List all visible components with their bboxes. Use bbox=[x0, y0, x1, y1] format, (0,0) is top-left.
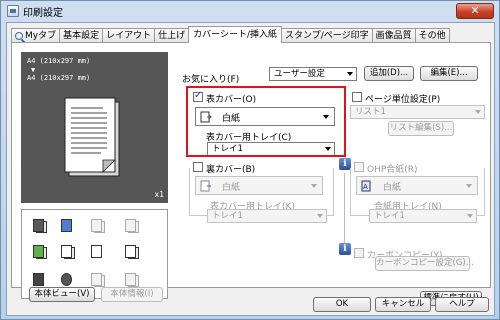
paper-icon bbox=[200, 180, 211, 192]
chevron-down-icon bbox=[475, 110, 481, 114]
chevron-down-icon bbox=[317, 214, 323, 218]
tab-my-tab[interactable]: Myタブ bbox=[11, 28, 61, 43]
back-cover-paper-select[interactable]: 白紙 bbox=[195, 176, 323, 195]
back-cover-tray-value: トレイ1 bbox=[212, 211, 243, 221]
back-cover-tray-select[interactable]: トレイ1 bbox=[207, 209, 327, 223]
window-title: 印刷設定 bbox=[23, 7, 63, 19]
device-icon-grid bbox=[21, 209, 168, 299]
preview-scale: x1 bbox=[154, 190, 164, 199]
tab-other[interactable]: その他 bbox=[414, 28, 450, 43]
add-favorite-button[interactable]: 追加(D)... bbox=[364, 66, 414, 81]
ohp-tray-value: トレイ1 bbox=[374, 211, 405, 221]
per-page-label: ページ単位設定(P) bbox=[365, 95, 441, 105]
divider-line bbox=[344, 173, 345, 243]
per-page-list-value: リスト1 bbox=[355, 107, 386, 117]
printer-icon bbox=[7, 5, 19, 17]
document-stack-icon bbox=[64, 97, 120, 177]
transparency-icon: A bbox=[361, 180, 371, 192]
preview-output-size: A4 (210x297 mm) bbox=[27, 74, 91, 82]
staple-icon[interactable] bbox=[124, 218, 140, 234]
back-cover-paper-value: 白紙 bbox=[222, 183, 241, 193]
tab-image-quality[interactable]: 画像品質 bbox=[371, 28, 416, 43]
per-page-list-select[interactable]: リスト1 bbox=[350, 105, 485, 119]
carbon-copy-checkbox[interactable] bbox=[354, 248, 364, 258]
tab-layout[interactable]: レイアウト bbox=[102, 28, 156, 43]
tab-finishing[interactable]: 仕上げ bbox=[154, 28, 190, 43]
title-bar[interactable]: 印刷設定 ✕ bbox=[1, 1, 499, 21]
tab-stamp[interactable]: スタンプ/ページ印字 bbox=[281, 28, 373, 43]
tab-strip: Myタブ 基本設定 レイアウト 仕上げ カバーシート/挿入紙 スタンプ/ページ印… bbox=[11, 26, 450, 43]
watermark-icon[interactable] bbox=[124, 244, 140, 260]
ohp-paper-select[interactable]: A 白紙 bbox=[356, 176, 478, 195]
ohp-tray-select[interactable]: トレイ1 bbox=[369, 209, 477, 223]
chevron-down-icon bbox=[347, 72, 353, 76]
edit-favorite-button[interactable]: 編集(E)... bbox=[420, 66, 478, 81]
close-button[interactable]: ✕ bbox=[456, 3, 494, 19]
carbon-copy-settings-button[interactable]: カーボンコピー設定(G)... bbox=[375, 256, 474, 271]
print-device-icon[interactable] bbox=[32, 218, 48, 234]
paper-preview: A4 (210x297 mm) ▼ A4 (210x297 mm) x1 bbox=[21, 52, 168, 203]
overlay-icon[interactable] bbox=[90, 272, 106, 288]
user-auth-icon[interactable] bbox=[60, 272, 76, 288]
tab-panel: A4 (210x297 mm) ▼ A4 (210x297 mm) x1 本体ビ… bbox=[11, 42, 491, 306]
tab-basic[interactable]: 基本設定 bbox=[59, 28, 104, 43]
list-edit-button[interactable]: リスト編集(S)... bbox=[388, 121, 454, 136]
device-info-button[interactable]: 本体情報(I) bbox=[101, 287, 163, 302]
preview-arrow: ▼ bbox=[31, 66, 36, 74]
tab-cover-insert[interactable]: カバーシート/挿入紙 bbox=[188, 26, 282, 43]
info-icon[interactable]: i bbox=[339, 243, 351, 255]
tab-label: Myタブ bbox=[25, 30, 57, 41]
per-page-checkbox[interactable] bbox=[352, 92, 362, 102]
stamp-page-icon[interactable] bbox=[90, 244, 106, 260]
magnifier-icon bbox=[15, 32, 23, 40]
ohp-paper-value: 白紙 bbox=[383, 183, 402, 193]
device-view-button[interactable]: 本体ビュー(V) bbox=[29, 287, 95, 302]
preview-original-size: A4 (210x297 mm) bbox=[27, 57, 91, 65]
chevron-down-icon bbox=[311, 184, 317, 188]
ok-button[interactable]: OK bbox=[313, 297, 371, 312]
color-page-icon[interactable] bbox=[32, 244, 48, 260]
secure-print-icon[interactable] bbox=[32, 272, 48, 288]
cancel-button[interactable]: キャンセル bbox=[375, 297, 431, 312]
svg-text:A: A bbox=[363, 183, 368, 191]
duplex-icon[interactable] bbox=[90, 218, 106, 234]
help-button[interactable]: ヘルプ bbox=[435, 297, 489, 312]
chevron-down-icon bbox=[467, 214, 473, 218]
highlight-frame bbox=[186, 86, 346, 157]
rotate-icon[interactable] bbox=[60, 218, 76, 234]
chevron-down-icon bbox=[466, 184, 472, 188]
dialog-client-area: Myタブ 基本設定 レイアウト 仕上げ カバーシート/挿入紙 スタンプ/ページ印… bbox=[6, 22, 495, 316]
booklet-icon[interactable] bbox=[60, 244, 76, 260]
save-box-icon[interactable] bbox=[124, 272, 140, 288]
favorites-select[interactable]: ユーザー設定 bbox=[269, 67, 357, 81]
favorites-label: お気に入り(F) bbox=[182, 75, 240, 85]
favorites-value: ユーザー設定 bbox=[274, 69, 325, 79]
print-settings-window: 印刷設定 ✕ Myタブ 基本設定 レイアウト 仕上げ カバーシート/挿入紙 スタ… bbox=[0, 0, 500, 320]
